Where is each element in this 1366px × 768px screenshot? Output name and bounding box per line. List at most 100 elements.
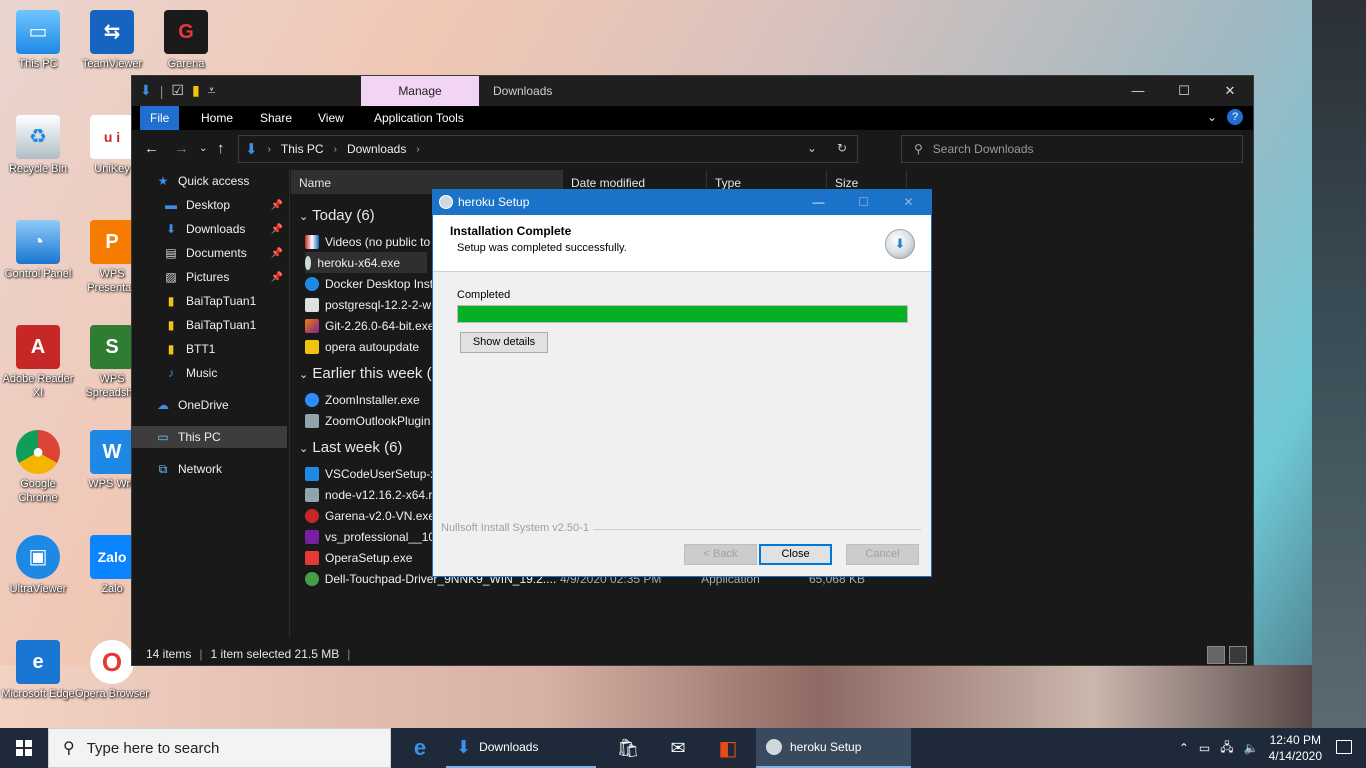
- tab-share[interactable]: Share: [250, 106, 302, 130]
- progress-bar: [457, 305, 908, 323]
- show-details-button[interactable]: Show details: [460, 332, 548, 353]
- windows-logo-icon: [16, 740, 32, 756]
- volume-icon[interactable]: 🔈: [1244, 741, 1259, 755]
- network-icon[interactable]: 🖧: [1220, 738, 1233, 759]
- back-arrow-icon[interactable]: ←: [144, 140, 159, 157]
- nav-label: Quick access: [178, 174, 250, 188]
- up-arrow-icon[interactable]: ↑: [217, 140, 225, 157]
- progress-label: Completed: [457, 289, 511, 301]
- properties-icon[interactable]: ☑: [171, 82, 184, 99]
- desktop-icon-label: Microsoft Edge: [1, 688, 75, 700]
- chevron-down-icon[interactable]: ⌄: [807, 141, 817, 155]
- downloads-folder-icon: ⬇: [456, 736, 472, 757]
- tab-file[interactable]: File: [140, 106, 180, 130]
- dialog-title: heroku Setup: [458, 195, 530, 209]
- desktop-icon-recycle-bin[interactable]: ♻ Recycle Bin: [0, 115, 76, 176]
- desktop-icon-label: Garena: [167, 58, 205, 70]
- clock-time: 12:40 PM: [1269, 733, 1321, 747]
- nav-network[interactable]: ⧉ Network: [132, 458, 287, 480]
- garena-icon: G: [164, 10, 208, 54]
- help-icon[interactable]: ?: [1227, 109, 1243, 125]
- tab-view[interactable]: View: [308, 106, 354, 130]
- forward-arrow-icon[interactable]: →: [174, 140, 189, 157]
- dialog-minimize-button[interactable]: —: [796, 190, 841, 215]
- nav-baitaptuan1-b[interactable]: ▮ BaiTapTuan1: [132, 314, 287, 336]
- docker-icon: [305, 276, 319, 291]
- desktop-icon-label: UniKey: [94, 163, 130, 175]
- tab-home[interactable]: Home: [191, 106, 243, 130]
- nav-label: BaiTapTuan1: [186, 294, 257, 308]
- nav-btt1[interactable]: ▮ BTT1: [132, 338, 287, 360]
- folder-icon: [305, 339, 319, 354]
- installer-logo-icon: ⬇: [885, 229, 915, 259]
- taskbar-search[interactable]: ⚲ Type here to search: [48, 728, 391, 768]
- manage-tab[interactable]: Manage: [361, 76, 479, 106]
- wps-presentation-icon: P: [90, 220, 134, 264]
- mail-icon: ✉: [670, 737, 686, 758]
- taskbar-office[interactable]: ◧: [706, 728, 750, 768]
- taskbar-heroku-setup[interactable]: heroku Setup: [756, 728, 911, 768]
- dialog-header: Installation Complete Setup was complete…: [433, 215, 931, 272]
- desktop-icon-teamviewer[interactable]: ⇆ TeamViewer: [74, 10, 150, 71]
- vscode-icon: [305, 466, 319, 481]
- group-header-today[interactable]: ⌄ Today (6): [299, 207, 375, 224]
- nav-desktop[interactable]: ▬ Desktop 📌: [132, 194, 287, 216]
- search-icon: ⚲: [63, 740, 75, 757]
- details-view-button[interactable]: [1207, 646, 1225, 664]
- desktop-icon-ultraviewer[interactable]: ▣ UltraViewer: [0, 535, 76, 596]
- maximize-button[interactable]: ☐: [1161, 76, 1207, 106]
- desktop-icon-garena[interactable]: G Garena: [148, 10, 224, 71]
- desktop-icon-google-chrome[interactable]: ● Google Chrome: [0, 430, 76, 505]
- nav-music[interactable]: ♪ Music: [132, 362, 287, 384]
- monitor-icon: ▭: [157, 430, 169, 444]
- action-center-icon[interactable]: [1336, 740, 1352, 754]
- nav-baitaptuan1-a[interactable]: ▮ BaiTapTuan1: [132, 290, 287, 312]
- desktop-icon-microsoft-edge[interactable]: e Microsoft Edge: [0, 640, 76, 701]
- nav-onedrive[interactable]: ☁ OneDrive: [132, 394, 287, 416]
- breadcrumb-this-pc[interactable]: This PC: [281, 142, 324, 156]
- large-icons-view-button[interactable]: [1229, 646, 1247, 664]
- clock[interactable]: 12:40 PM 4/14/2020: [1269, 732, 1322, 764]
- group-header-earlier-this-week[interactable]: ⌄ Earlier this week (2: [299, 365, 440, 382]
- desktop-icon-control-panel[interactable]: ◔ Control Panel: [0, 220, 76, 281]
- file-row-selected[interactable]: heroku-x64.exe: [305, 252, 427, 273]
- search-input[interactable]: [932, 142, 1213, 156]
- search-box[interactable]: ⚲: [901, 135, 1243, 163]
- heroku-setup-dialog: heroku Setup — ☐ ✕ Installation Complete…: [432, 189, 932, 577]
- nav-quick-access[interactable]: ★ Quick access: [132, 170, 287, 192]
- view-toggle: [1207, 646, 1247, 664]
- close-button[interactable]: Close: [759, 544, 832, 565]
- new-folder-icon[interactable]: ▮: [192, 82, 200, 99]
- desktop-icon-this-pc[interactable]: ▭ This PC: [0, 10, 76, 71]
- down-arrow-icon[interactable]: ⬇: [140, 82, 152, 99]
- close-button[interactable]: ✕: [1207, 76, 1253, 106]
- taskbar: ⚲ Type here to search e ⬇ Downloads 🛍 ✉ …: [0, 728, 1366, 768]
- nav-this-pc[interactable]: ▭ This PC: [132, 426, 287, 448]
- git-icon: [305, 318, 319, 333]
- driver-icon: [305, 571, 319, 586]
- nav-downloads[interactable]: ⬇ Downloads 📌: [132, 218, 287, 240]
- zalo-icon: Zalo: [90, 535, 134, 579]
- recent-locations-icon[interactable]: ⌄: [199, 143, 207, 154]
- group-header-last-week[interactable]: ⌄ Last week (6): [299, 439, 402, 456]
- refresh-icon[interactable]: ↻: [837, 141, 847, 155]
- taskbar-downloads[interactable]: ⬇ Downloads: [446, 728, 596, 768]
- battery-icon[interactable]: ▭: [1199, 741, 1210, 755]
- chevron-up-icon[interactable]: ⌃: [1179, 741, 1189, 755]
- customize-qat-icon[interactable]: ⩡: [208, 82, 216, 99]
- nav-pictures[interactable]: ▨ Pictures 📌: [132, 266, 287, 288]
- desktop-icon-adobe-reader[interactable]: A Adobe Reader XI: [0, 325, 76, 400]
- tab-application-tools[interactable]: Application Tools: [364, 106, 474, 130]
- breadcrumb-downloads[interactable]: Downloads: [347, 142, 406, 156]
- nav-label: Music: [186, 366, 218, 380]
- taskbar-mail[interactable]: ✉: [656, 728, 700, 768]
- taskbar-edge[interactable]: e: [400, 728, 440, 768]
- expand-ribbon-icon[interactable]: ⌄: [1207, 110, 1217, 124]
- nav-documents[interactable]: ▤ Documents 📌: [132, 242, 287, 264]
- minimize-button[interactable]: —: [1115, 76, 1161, 106]
- msi-installer-icon: [305, 487, 319, 502]
- nav-label: BaiTapTuan1: [186, 318, 257, 332]
- taskbar-store[interactable]: 🛍: [608, 728, 648, 768]
- address-bar[interactable]: ⬇ › This PC › Downloads › ⌄ ↻: [238, 135, 858, 163]
- start-button[interactable]: [0, 728, 48, 768]
